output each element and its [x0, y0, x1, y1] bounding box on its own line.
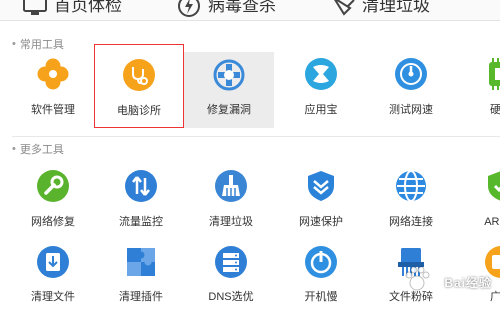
app-store-icon [304, 57, 338, 91]
tool-label: 硬件 [490, 104, 500, 116]
arp-shield-icon [484, 169, 500, 203]
tool-pc-clinic[interactable]: 电脑诊所 [94, 44, 184, 128]
tool-label: 清理垃圾 [209, 216, 253, 228]
bug-shield-icon [212, 58, 246, 92]
broom-icon [214, 169, 248, 203]
tool-label: 网络修复 [31, 216, 75, 228]
tab-label: 首页体检 [54, 0, 122, 15]
power-clock-icon [304, 245, 338, 279]
tool-label: 网速保护 [299, 216, 343, 228]
tab-label: 清理垃圾 [362, 0, 430, 15]
tool-label: 网络连接 [389, 216, 433, 228]
tool-clean-files[interactable]: 清理文件 [8, 237, 98, 321]
lightning-shield-icon [178, 0, 200, 17]
paw-icon [405, 266, 430, 291]
tool-traffic-monitor[interactable]: 流量监控 [96, 156, 186, 240]
tool-label: 电脑诊所 [117, 105, 161, 117]
tool-label: 应用宝 [304, 104, 338, 116]
tool-label: 清理插件 [119, 291, 163, 303]
tool-clean-junk[interactable]: 清理垃圾 [186, 156, 276, 240]
tab-label: 病毒查杀 [208, 0, 276, 15]
tool-label: 测试网速 [389, 104, 433, 116]
tool-label: 修复漏洞 [207, 104, 251, 116]
tool-label: 软件管理 [31, 104, 75, 116]
tab-virus-scan[interactable]: 病毒查杀 [176, 0, 276, 18]
clover-icon [36, 57, 70, 91]
section-title: 更多工具 [19, 144, 64, 156]
tool-label: 清理文件 [31, 291, 75, 303]
shield-chevron-icon [304, 169, 338, 203]
tool-label: 开机慢 [304, 291, 338, 303]
tool-software-manager[interactable]: 软件管理 [8, 44, 98, 128]
top-tab-bar: 首页体检 病毒查杀 清理垃圾 [0, 0, 500, 21]
tool-slow-boot[interactable]: 开机慢 [276, 237, 366, 321]
tool-clean-plugins[interactable]: 清理插件 [96, 237, 186, 321]
broom-icon [334, 0, 355, 16]
tool-network-repair[interactable]: 网络修复 [8, 156, 98, 240]
tool-network-connection[interactable]: 网络连接 [366, 156, 456, 240]
tool-label: ARP防 [484, 216, 500, 228]
tool-speed-protect[interactable]: 网速保护 [276, 156, 366, 240]
tool-app-store[interactable]: 应用宝 [276, 44, 366, 128]
up-down-arrows-icon [124, 169, 158, 203]
tool-dns-optimize[interactable]: DNS选优 [186, 237, 276, 321]
section-header-more-tools: • 更多工具 [12, 143, 64, 156]
section-divider [12, 136, 500, 137]
tab-clean-junk[interactable]: 清理垃圾 [330, 0, 430, 18]
watermark-logo: Bai经验 [402, 262, 498, 296]
chip-icon [484, 57, 500, 91]
wrench-icon [36, 169, 70, 203]
speedometer-icon [394, 57, 428, 91]
tool-label: DNS选优 [208, 291, 254, 303]
tool-arp-protect[interactable]: ARP防 [456, 156, 500, 240]
monitor-icon [23, 0, 47, 15]
stethoscope-icon [122, 58, 156, 92]
globe-icon [394, 169, 428, 203]
tool-speed-test[interactable]: 测试网速 [366, 44, 456, 128]
tool-label: 流量监控 [119, 216, 163, 228]
file-download-icon [36, 245, 70, 279]
watermark-text: Bai经验 [444, 276, 492, 290]
puzzle-icon [124, 245, 158, 279]
tab-home-checkup[interactable]: 首页体检 [22, 0, 122, 18]
tool-fix-vulnerabilities[interactable]: 修复漏洞 [184, 52, 274, 128]
server-icon [214, 245, 248, 279]
tool-hardware[interactable]: 硬件 [456, 44, 500, 128]
